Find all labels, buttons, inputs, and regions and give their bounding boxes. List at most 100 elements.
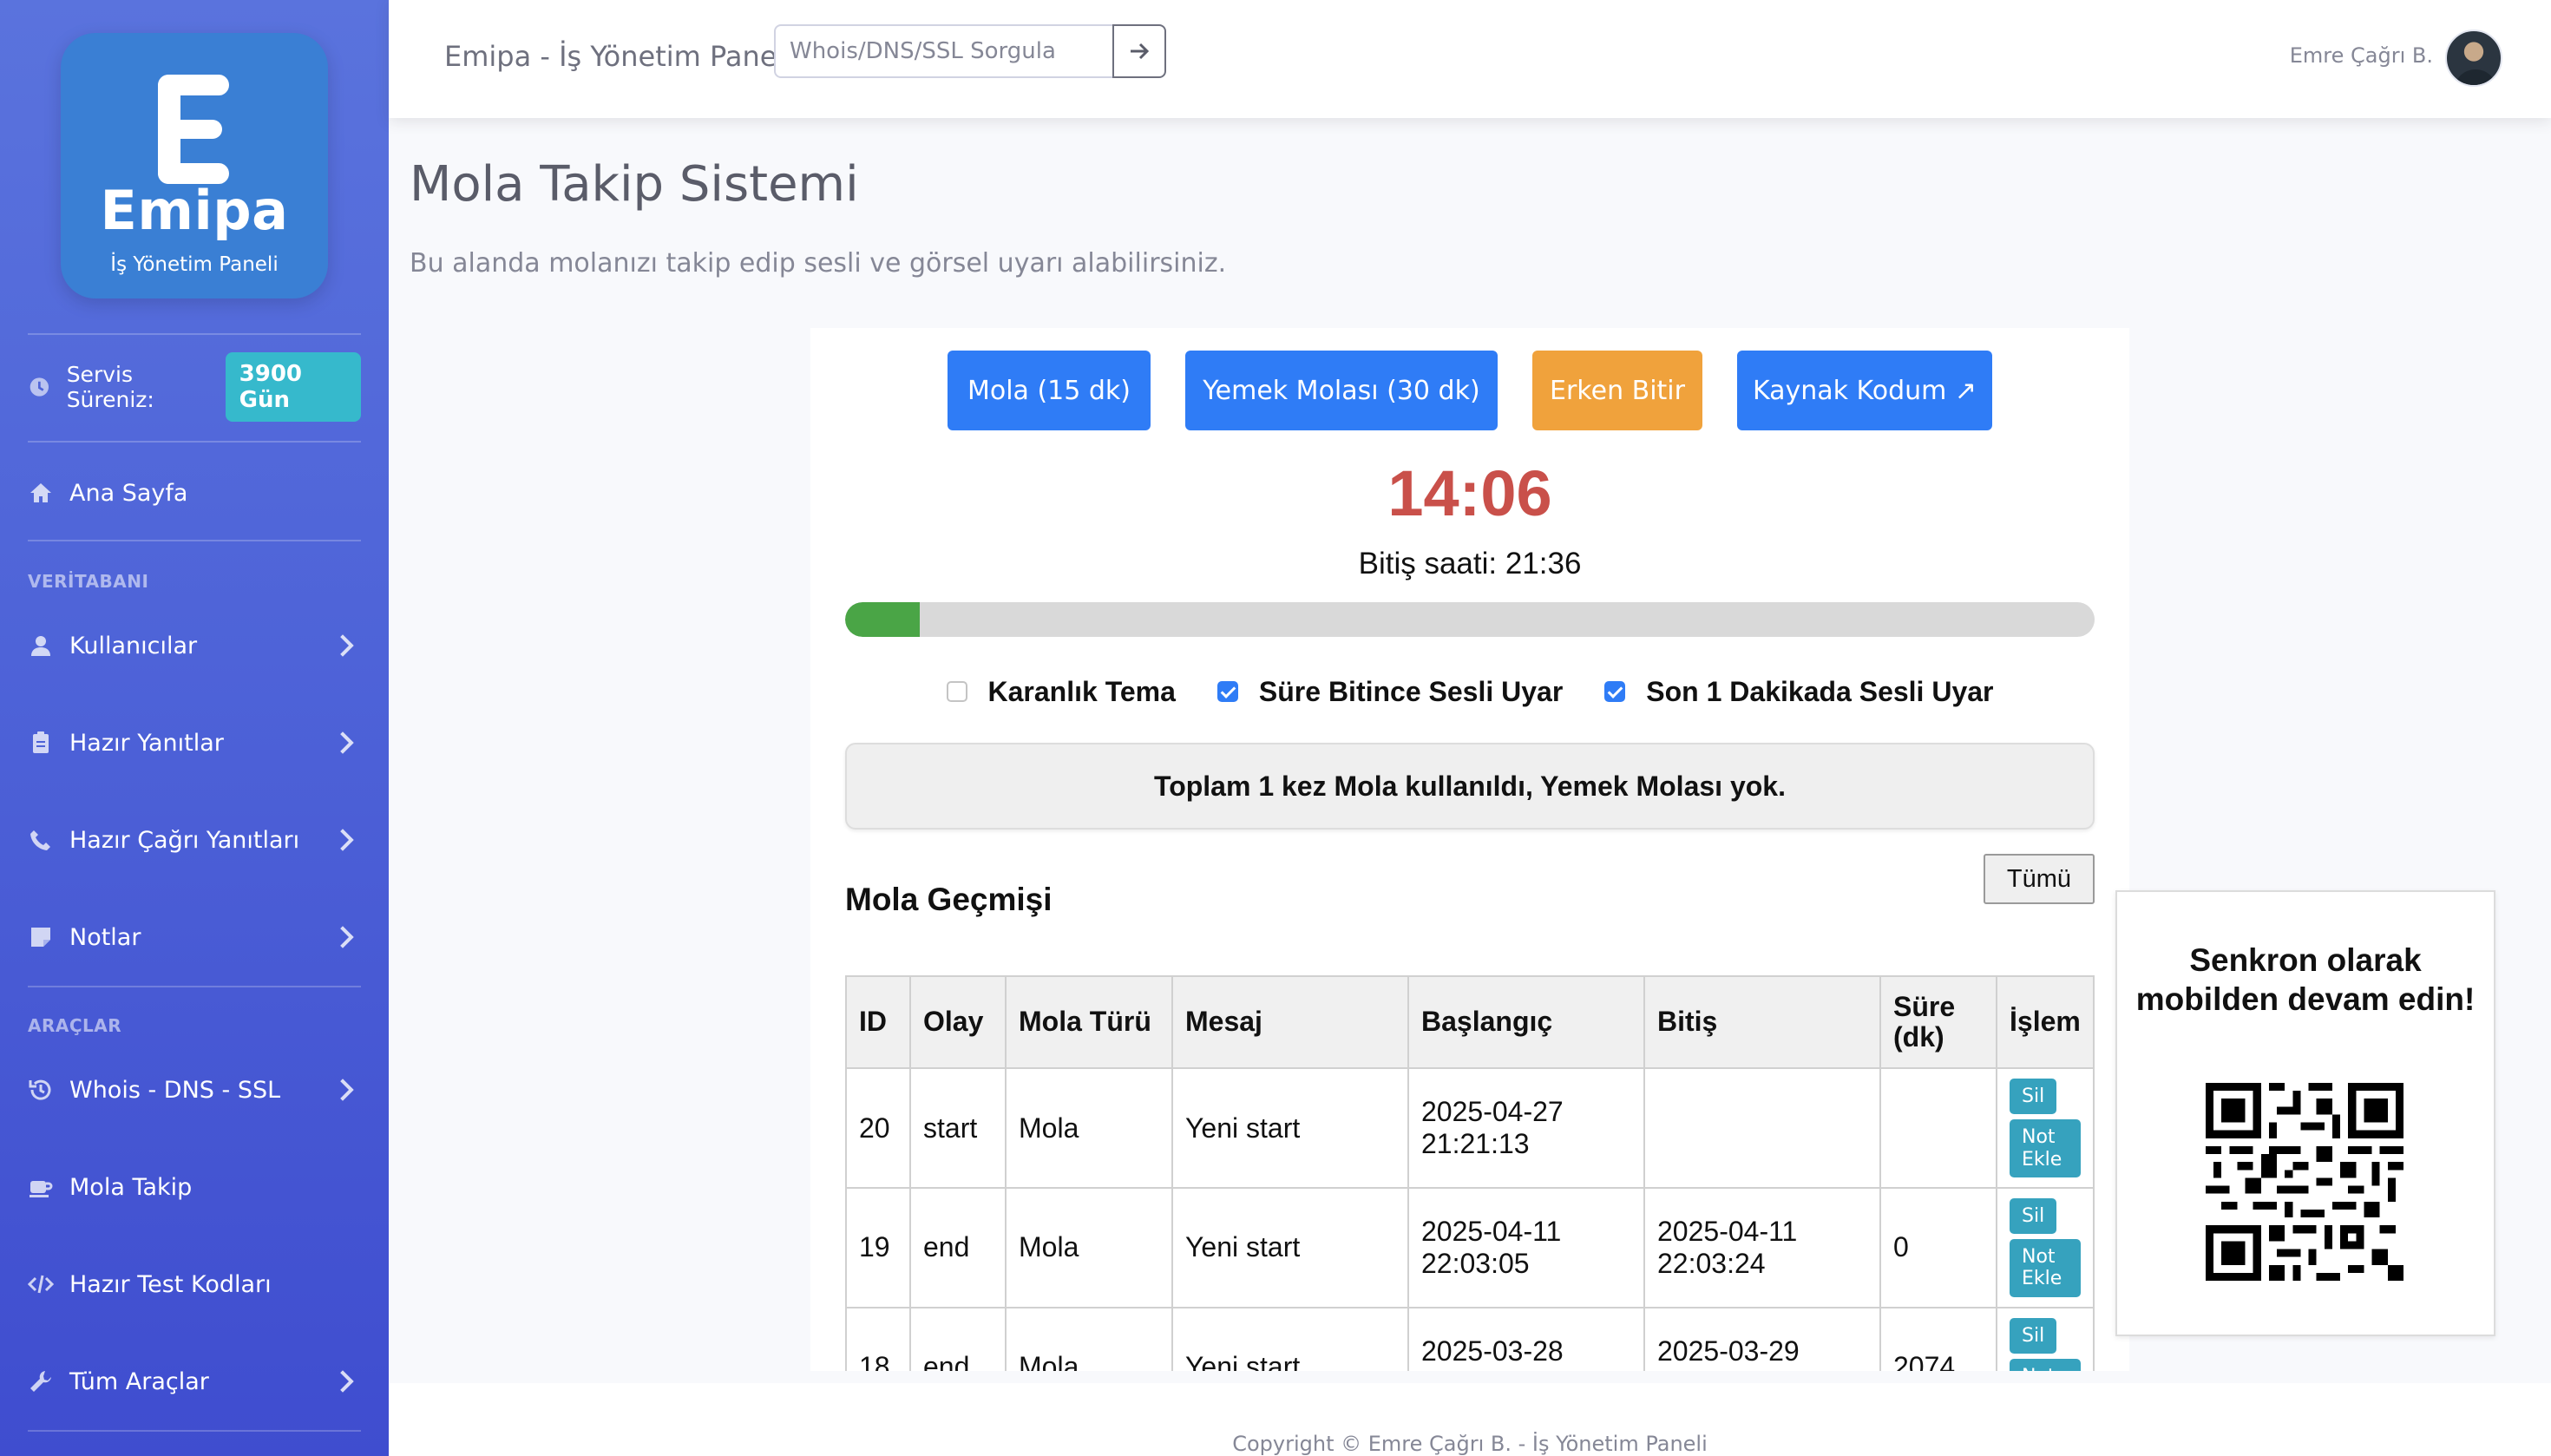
sidebar-item-ready-replies[interactable]: Hazır Yanıtlar [28,718,361,767]
dark-theme-option[interactable]: Karanlık Tema [946,675,1176,708]
sidebar-divider [28,986,361,987]
delete-button[interactable]: Sil [2010,1079,2057,1115]
cell-type: Mola [1005,1067,1173,1189]
sidebar-item-notes[interactable]: Notlar [28,913,361,961]
brand-logo[interactable]: Emipa İş Yönetim Paneli [61,33,328,298]
cell-id: 20 [845,1067,911,1189]
cell-type: Mola [1005,1306,1173,1371]
history-title: Mola Geçmişi [845,882,1053,917]
user-name[interactable]: Emre Çağrı B. [2290,43,2433,68]
home-icon [30,483,51,502]
chevron-right-icon [331,829,354,851]
service-duration: Servis Süreniz: 3900 Gün [28,352,361,422]
sidebar-item-label: Hazır Test Kodları [69,1270,272,1298]
cell-end: 2025-03-29 20:55:22 [1643,1306,1881,1371]
user-icon [31,636,50,656]
sidebar-item-label: Whois - DNS - SSL [69,1076,281,1104]
sidebar-item-label: Hazır Yanıtlar [69,729,224,757]
cell-actions: Sil Not Ekle [1996,1067,2095,1189]
sidebar-item-whois[interactable]: Whois - DNS - SSL [28,1066,361,1114]
sidebar-item-call-replies[interactable]: Hazır Çağrı Yanıtları [28,816,361,864]
cell-end: 2025-04-11 22:03:24 [1643,1186,1881,1308]
cell-event: end [909,1306,1007,1371]
chevron-right-icon [331,926,354,948]
add-note-button[interactable]: Not Ekle [2010,1119,2081,1177]
chevron-right-icon [331,731,354,754]
column-header: Bitiş [1643,975,1881,1069]
add-note-button[interactable]: Not Ekle [2010,1239,2081,1297]
cell-end [1643,1067,1881,1189]
brand-subtitle: İş Yönetim Paneli [110,253,279,276]
sidebar-item-home[interactable]: Ana Sayfa [28,469,361,517]
sidebar-item-users[interactable]: Kullanıcılar [28,621,361,670]
code-icon [28,1275,54,1294]
search-submit-button[interactable] [1112,24,1166,78]
sidebar-item-break-tracking[interactable]: Mola Takip [28,1163,361,1211]
add-note-button[interactable]: Not Ekle [2010,1359,2081,1371]
sidebar: Emipa İş Yönetim Paneli Servis Süreniz: … [0,0,389,1456]
sound-last-minute-checkbox[interactable] [1604,681,1626,702]
sidebar-item-test-codes[interactable]: Hazır Test Kodları [28,1260,361,1308]
table-row: 18 end Mola Yeni start 2025-03-28 10:21:… [845,1306,2095,1371]
cell-message: Yeni start [1171,1067,1409,1189]
usage-summary: Toplam 1 kez Mola kullanıldı, Yemek Mola… [845,743,2095,830]
option-label: Süre Bitince Sesli Uyar [1258,675,1564,707]
chevron-right-icon [331,1079,354,1101]
history-table: ID Olay Mola Türü Mesaj Başlangıç Bitiş … [845,975,2095,1371]
table-header-row: ID Olay Mola Türü Mesaj Başlangıç Bitiş … [845,975,2095,1069]
cell-id: 18 [845,1306,911,1371]
cell-event: end [909,1186,1007,1308]
search-input[interactable] [774,24,1114,78]
avatar[interactable] [2445,30,2502,87]
sidebar-divider [28,540,361,541]
column-header: İşlem [1996,975,2095,1069]
dark-theme-checkbox[interactable] [946,681,967,702]
show-all-button[interactable]: Tümü [1984,854,2095,904]
service-label: Servis Süreniz: [66,362,154,412]
break-15-button[interactable]: Mola (15 dk) [948,351,1151,430]
sound-on-end-checkbox[interactable] [1216,681,1238,702]
sidebar-item-label: Mola Takip [69,1173,193,1201]
logo-mark-icon [158,75,229,184]
sidebar-divider [28,333,361,335]
cell-duration: 2074 [1879,1306,1997,1371]
brand-name: Emipa [100,179,289,242]
sidebar-item-label: Notlar [69,923,141,951]
break-tracker-card: Mola (15 dk) Yemek Molası (30 dk) Erken … [810,328,2129,1371]
wrench-icon [30,1371,51,1392]
cell-message: Yeni start [1171,1306,1409,1371]
cell-event: start [909,1067,1007,1189]
cell-id: 19 [845,1186,911,1308]
column-header: Süre (dk) [1879,975,1997,1069]
coffee-icon [30,1181,53,1197]
sidebar-divider [28,1430,361,1432]
chevron-right-icon [331,634,354,657]
table-row: 20 start Mola Yeni start 2025-04-27 21:2… [845,1067,2095,1189]
delete-button[interactable]: Sil [2010,1197,2057,1235]
sidebar-item-all-tools[interactable]: Tüm Araçlar [28,1357,361,1406]
sidebar-item-label: Tüm Araçlar [69,1367,209,1395]
sidebar-item-label: Hazır Çağrı Yanıtları [69,826,300,854]
delete-button[interactable]: Sil [2010,1317,2057,1354]
column-header: ID [845,975,911,1069]
history-icon [29,1079,51,1100]
cell-start: 2025-04-11 22:03:05 [1407,1186,1645,1308]
sidebar-heading-database: VERİTABANI [28,571,149,592]
cell-type: Mola [1005,1186,1173,1308]
column-header: Mola Türü [1005,975,1173,1069]
sidebar-heading-tools: ARAÇLAR [28,1015,122,1036]
cell-start: 2025-03-28 10:21:33 [1407,1306,1645,1371]
timer-remaining: 14:06 [1387,457,1552,529]
sidebar-item-label: Kullanıcılar [69,632,198,659]
finish-early-button[interactable]: Erken Bitir [1532,351,1702,430]
lunch-break-button[interactable]: Yemek Molası (30 dk) [1185,351,1498,430]
mobile-sync-card: Senkron olarak mobilden devam edin! [2115,890,2495,1336]
sound-last-minute-option[interactable]: Son 1 Dakikada Sesli Uyar [1604,676,1993,708]
column-header: Olay [909,975,1007,1069]
option-label: Son 1 Dakikada Sesli Uyar [1646,675,1994,707]
option-label: Karanlık Tema [987,675,1176,707]
source-code-button[interactable]: Kaynak Kodum ↗ [1737,351,1992,430]
end-time: Bitiş saati: 21:36 [1358,547,1582,580]
service-badge: 3900 Gün [225,352,361,422]
sound-on-end-option[interactable]: Süre Bitince Sesli Uyar [1216,675,1564,708]
